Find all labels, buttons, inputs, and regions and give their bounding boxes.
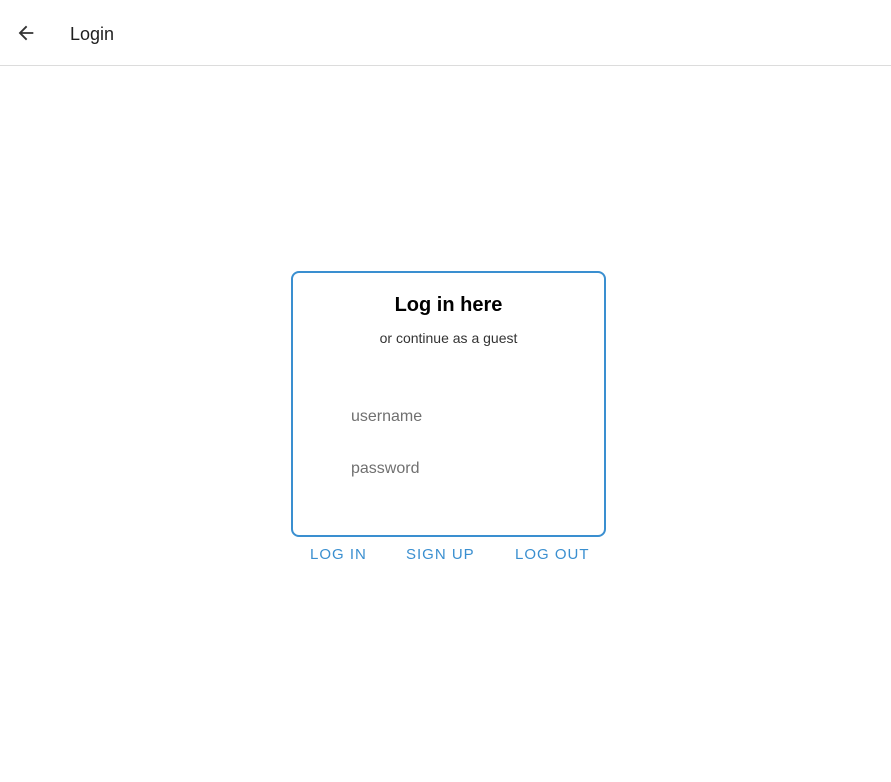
back-button[interactable]: [10, 17, 42, 49]
auth-actions: LOG IN SIGN UP LOG OUT: [0, 545, 891, 565]
page-title: Login: [70, 24, 115, 44]
card-subtitle: or continue as a guest: [379, 330, 518, 346]
login-button[interactable]: LOG IN: [310, 545, 367, 565]
signup-button[interactable]: SIGN UP: [406, 545, 475, 565]
app-bar: Login: [0, 0, 891, 66]
login-card: Log in here or continue as a guest: [291, 271, 606, 537]
arrow-left-icon: [18, 25, 34, 41]
username-input[interactable]: [351, 405, 551, 429]
password-input[interactable]: [351, 457, 551, 481]
logout-button[interactable]: LOG OUT: [515, 545, 590, 565]
card-heading: Log in here: [394, 294, 503, 316]
